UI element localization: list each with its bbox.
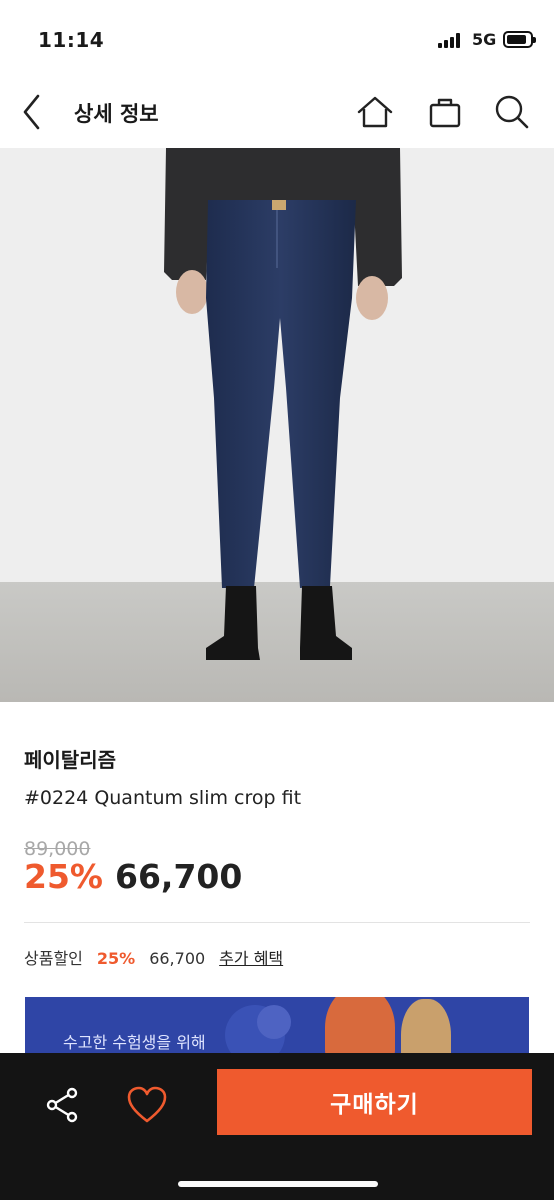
back-button[interactable]: [14, 90, 50, 134]
cart-button[interactable]: [423, 90, 467, 134]
app-header: 상세 정보: [0, 78, 554, 148]
like-button[interactable]: [124, 1083, 170, 1127]
status-bar: 11:14 5G: [0, 0, 554, 78]
back-arrow-icon: [23, 94, 40, 130]
battery-icon: [503, 31, 536, 48]
banner-decoration: [257, 1005, 291, 1039]
network-label: 5G: [472, 30, 497, 49]
home-button[interactable]: [353, 90, 397, 134]
bottom-action-bar: 구매하기: [0, 1053, 554, 1200]
product-photo-illustration: [0, 148, 554, 702]
benefit-price: 66,700: [149, 949, 206, 968]
product-name: #0224 Quantum slim crop fit: [24, 787, 302, 809]
status-time: 11:14: [38, 28, 105, 52]
home-icon: [357, 96, 393, 128]
price-row: 25% 66,700: [24, 857, 242, 896]
share-button[interactable]: [40, 1083, 84, 1127]
divider: [24, 922, 530, 923]
benefit-row: 상품할인 25% 66,700 추가 혜택: [24, 945, 283, 969]
benefit-rate: 25%: [96, 949, 136, 968]
heart-icon: [127, 1086, 167, 1123]
benefit-label: 상품할인: [24, 949, 83, 968]
search-button[interactable]: [490, 90, 534, 134]
signal-icon: [438, 32, 464, 48]
banner-text: 수고한 수험생을 위해: [63, 1033, 206, 1052]
share-icon: [46, 1087, 78, 1123]
page-title: 상세 정보: [74, 102, 159, 126]
discount-rate: 25%: [24, 857, 103, 896]
extra-benefit-link[interactable]: 추가 혜택: [219, 945, 283, 969]
buy-button[interactable]: 구매하기: [217, 1069, 532, 1135]
product-image[interactable]: [0, 148, 554, 702]
sale-price: 66,700: [115, 857, 243, 896]
home-indicator: [178, 1181, 378, 1187]
shopping-bag-icon: [429, 98, 461, 128]
search-icon: [495, 95, 529, 129]
brand-name[interactable]: 페이탈리즘: [24, 744, 116, 773]
